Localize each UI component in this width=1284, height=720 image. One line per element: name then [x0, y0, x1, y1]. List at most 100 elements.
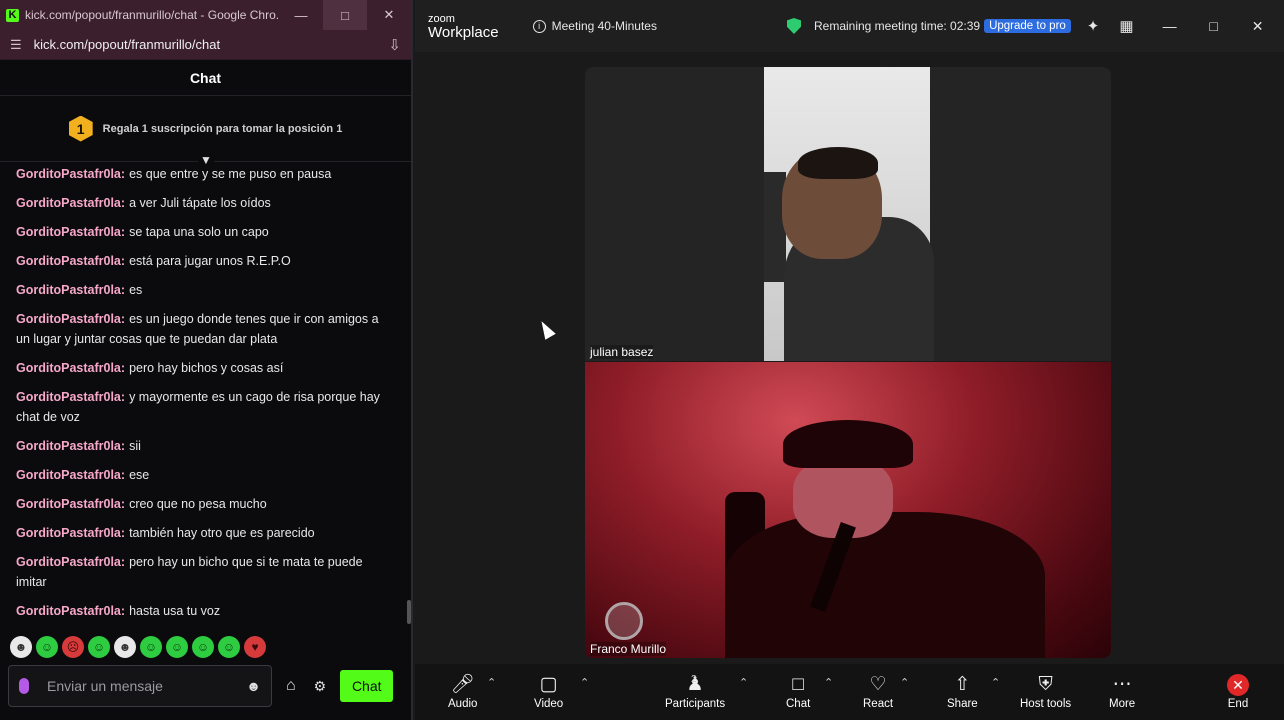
maximize-button[interactable]: □	[1206, 18, 1222, 34]
audio-button[interactable]: 🎤︎ Audio	[448, 672, 477, 710]
info-icon[interactable]: i	[532, 19, 546, 33]
maximize-button[interactable]: □	[323, 0, 367, 30]
chat-username[interactable]: GorditoPastafr0la:	[16, 361, 125, 375]
chat-message-text: ese	[129, 468, 150, 482]
zoom-titlebar: zoom Workplace i Meeting 40-Minutes Rema…	[415, 0, 1284, 52]
video-cap	[783, 420, 913, 468]
emote-icon[interactable]: ☹	[62, 636, 84, 658]
chat-username[interactable]: GorditoPastafr0la:	[16, 604, 125, 618]
chat-options-chevron-icon[interactable]: ⌃	[824, 676, 833, 689]
video-button[interactable]: ▢ Video	[534, 672, 563, 710]
browser-titlebar: K kick.com/popout/franmurillo/chat - Goo…	[0, 0, 411, 30]
emote-icon[interactable]: ☺	[192, 636, 214, 658]
chat-button[interactable]: □ Chat	[786, 672, 810, 710]
react-label: React	[863, 698, 894, 710]
chat-message: GorditoPastafr0la: ese	[0, 461, 408, 490]
react-options-chevron-icon[interactable]: ⌃	[900, 676, 909, 689]
chat-message: GorditoPastafr0la: hasta usa tu voz	[0, 597, 408, 626]
chat-username[interactable]: GorditoPastafr0la:	[16, 254, 125, 268]
voice-icon[interactable]	[19, 678, 29, 694]
minimize-button[interactable]: —	[1162, 18, 1178, 34]
chat-username[interactable]: GorditoPastafr0la:	[16, 196, 125, 210]
participants-options-chevron-icon[interactable]: ⌃	[739, 676, 748, 689]
emote-icon[interactable]: ☻	[10, 636, 32, 658]
chat-username[interactable]: GorditoPastafr0la:	[16, 555, 125, 569]
emote-icon[interactable]: ♥	[244, 636, 266, 658]
video-hair	[798, 147, 878, 179]
site-settings-icon[interactable]: ☰	[10, 37, 22, 53]
emote-icon[interactable]: ☺	[36, 636, 58, 658]
share-button[interactable]: ⇧ Share	[947, 672, 978, 710]
chat-message-text: a ver Juli tápate los oídos	[129, 196, 271, 210]
host-tools-button[interactable]: ⛨ Host tools	[1020, 672, 1071, 710]
participants-label: Participants	[665, 698, 726, 710]
video-gallery: julian basez Franco Murillo	[415, 52, 1284, 664]
end-meeting-button[interactable]: ✕ End	[1227, 672, 1249, 710]
upgrade-button[interactable]: Upgrade to pro	[984, 19, 1071, 33]
meeting-info[interactable]: i Meeting 40-Minutes	[532, 19, 657, 33]
video-options-chevron-icon[interactable]: ⌃	[580, 676, 589, 689]
chat-username[interactable]: GorditoPastafr0la:	[16, 312, 125, 326]
chat-username[interactable]: GorditoPastafr0la:	[16, 439, 125, 453]
message-input[interactable]: Enviar un mensaje ☻	[8, 665, 272, 707]
chat-message: GorditoPastafr0la: creo que no pesa mucho	[0, 490, 408, 519]
chat-username[interactable]: GorditoPastafr0la:	[16, 497, 125, 511]
emote-icon[interactable]: ☺	[218, 636, 240, 658]
participant-name: Franco Murillo	[590, 642, 667, 656]
gear-icon[interactable]: ⚙	[314, 678, 327, 695]
more-label: More	[1109, 698, 1136, 710]
subscription-promo[interactable]: 1 Regala 1 suscripción para tomar la pos…	[0, 96, 411, 167]
zoom-logo-big: Workplace	[428, 24, 499, 41]
view-grid-icon[interactable]: ▦	[1119, 17, 1133, 35]
emote-icon[interactable]: ☺	[166, 636, 188, 658]
chat-message: GorditoPastafr0la: es	[0, 276, 408, 305]
emoji-icon[interactable]: ☻	[246, 678, 261, 694]
address-bar[interactable]: ☰ kick.com/popout/franmurillo/chat ⇩	[0, 30, 411, 60]
url-text[interactable]: kick.com/popout/franmurillo/chat	[34, 37, 389, 52]
mouse-cursor-icon	[536, 318, 556, 340]
host-shield-icon: ⛨	[1038, 674, 1053, 695]
audio-options-chevron-icon[interactable]: ⌃	[487, 676, 496, 689]
share-options-chevron-icon[interactable]: ⌃	[991, 676, 1000, 689]
chat-message-text: pero hay bichos y cosas así	[129, 361, 284, 375]
chat-username[interactable]: GorditoPastafr0la:	[16, 167, 125, 181]
chat-message-text: creo que no pesa mucho	[129, 497, 267, 511]
chat-scrollbar[interactable]	[407, 600, 411, 624]
audio-label: Audio	[448, 698, 478, 710]
participant-name: julian basez	[590, 345, 654, 359]
participant-tile[interactable]: Franco Murillo	[585, 362, 1111, 658]
chat-message: GorditoPastafr0la: también hay otro que e…	[0, 519, 408, 548]
security-shield-icon[interactable]	[786, 18, 801, 34]
react-button[interactable]: ♡ React	[863, 672, 893, 710]
close-button[interactable]: ✕	[367, 0, 411, 30]
emote-icon[interactable]: ☺	[88, 636, 110, 658]
download-icon[interactable]: ⇩	[388, 36, 401, 54]
store-icon[interactable]: ⌂	[286, 677, 296, 695]
ai-companion-icon[interactable]: ✦	[1087, 17, 1100, 35]
chat-message-text: también hay otro que es parecido	[129, 526, 315, 540]
chat-username[interactable]: GorditoPastafr0la:	[16, 225, 125, 239]
message-input-placeholder[interactable]: Enviar un mensaje	[47, 678, 246, 694]
participant-tile[interactable]: julian basez	[585, 67, 1111, 361]
camera-icon: ▢	[539, 674, 558, 695]
chat-username[interactable]: GorditoPastafr0la:	[16, 390, 125, 404]
chat-message-text: está para jugar unos R.E.P.O	[129, 254, 291, 268]
more-button[interactable]: ⋯ More	[1109, 672, 1135, 710]
chat-username[interactable]: GorditoPastafr0la:	[16, 468, 125, 482]
meeting-toolbar: 🎤︎ Audio ⌃ ▢ Video ⌃ ♟ 2 Participants ⌃ …	[415, 664, 1284, 720]
video-label: Video	[534, 698, 564, 710]
participants-button[interactable]: ♟ 2 Participants	[665, 672, 725, 710]
emote-icon[interactable]: ☺	[140, 636, 162, 658]
chat-username[interactable]: GorditoPastafr0la:	[16, 283, 125, 297]
emote-bar: ☻ ☺ ☹ ☺ ☻ ☺ ☺ ☺ ☺ ♥	[10, 636, 266, 658]
minimize-button[interactable]: —	[279, 0, 323, 30]
chat-username[interactable]: GorditoPastafr0la:	[16, 526, 125, 540]
emote-icon[interactable]: ☻	[114, 636, 136, 658]
chat-message: GorditoPastafr0la: y mayormente es un cag…	[0, 383, 408, 432]
collapse-icon[interactable]: ▼	[198, 153, 214, 167]
chat-message-text: se tapa una solo un capo	[129, 225, 269, 239]
send-chat-button[interactable]: Chat	[340, 670, 394, 702]
meeting-name: Meeting 40-Minutes	[551, 19, 657, 33]
chat-message-text: hasta usa tu voz	[129, 604, 221, 618]
close-button[interactable]: ✕	[1250, 18, 1266, 35]
